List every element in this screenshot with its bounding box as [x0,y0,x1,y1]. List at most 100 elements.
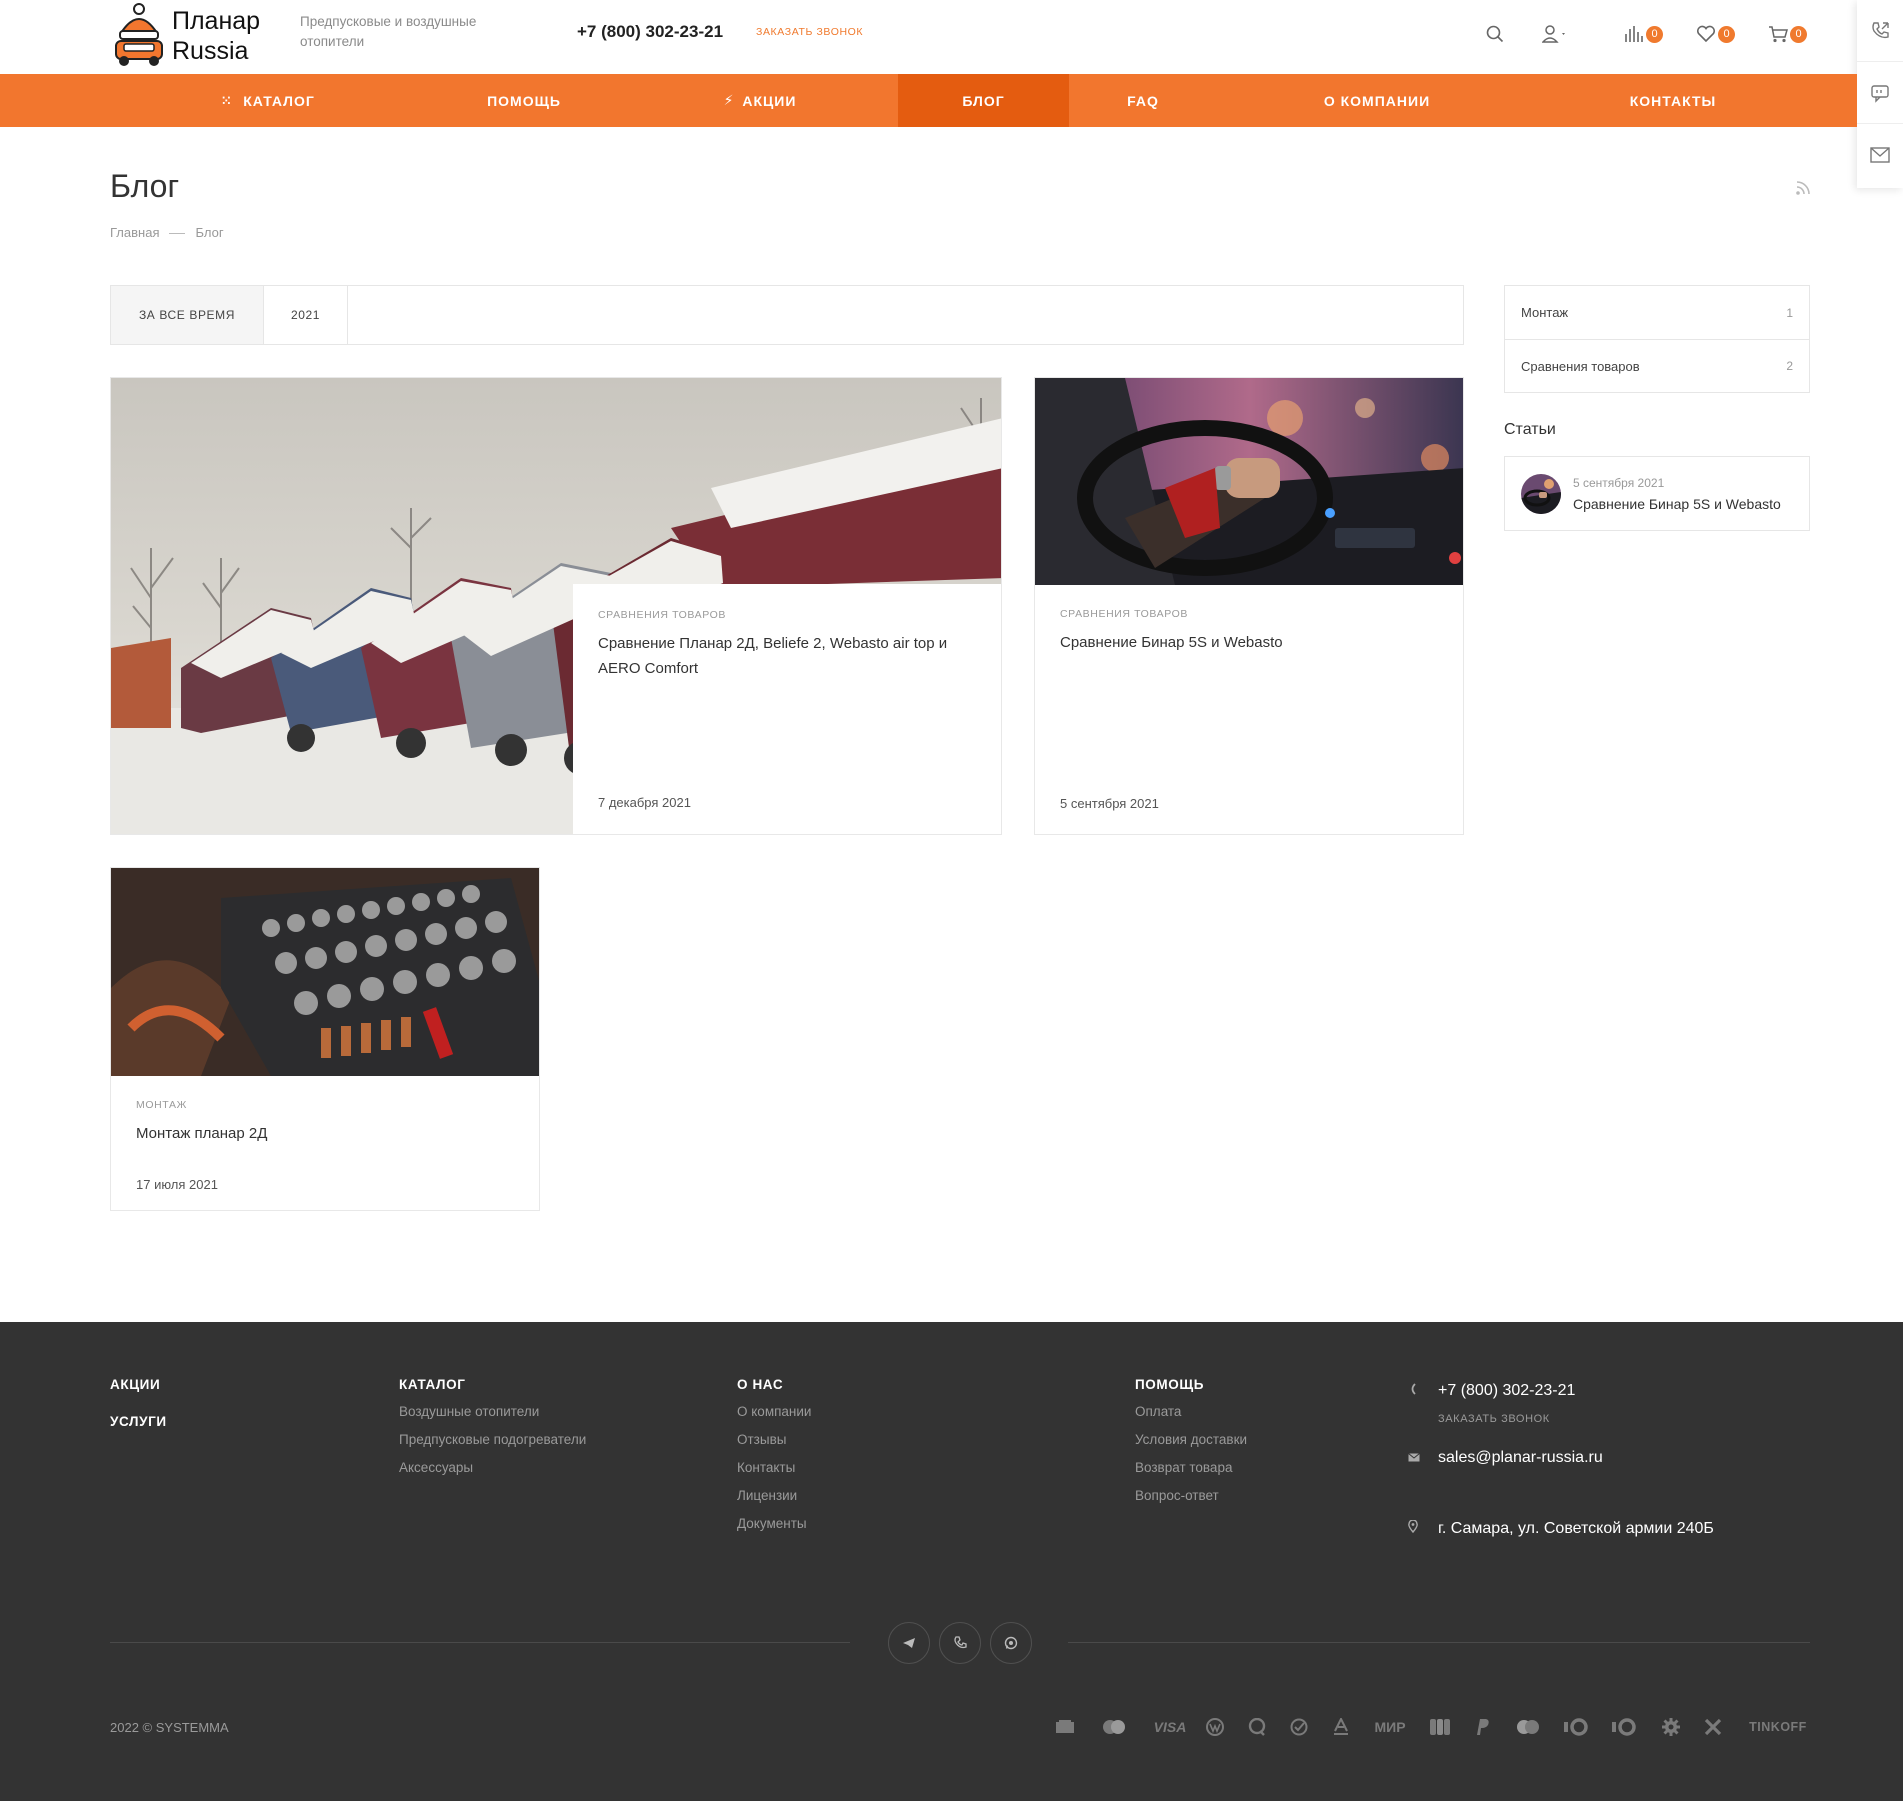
payment-methods: VISA МИР TINKOFF [1054,1712,1812,1742]
cart-count-badge: 0 [1790,25,1807,43]
compare-button[interactable]: 0 [1624,20,1663,48]
article-category[interactable]: СРАВНЕНИЯ ТОВАРОВ [1060,608,1440,620]
chat-float-button[interactable] [1857,62,1903,124]
favorites-count-badge: 0 [1718,25,1735,43]
compare-count-badge: 0 [1646,25,1663,43]
favorites-button[interactable]: 0 [1696,20,1735,48]
whatsapp-button[interactable] [990,1622,1032,1664]
mail-icon [1408,1449,1438,1467]
sidebar-article[interactable]: 5 сентября 2021 Сравнение Бинар 5S и Web… [1504,456,1810,531]
category-name: Монтаж [1521,305,1569,320]
callback-link[interactable]: ЗАКАЗАТЬ ЗВОНОК [756,26,863,38]
settings-gear-icon [1660,1712,1682,1742]
footer-divider-right [1068,1642,1810,1643]
tagline: Предпусковые и воздушные отопители [300,14,477,49]
footer-link[interactable]: Лицензии [737,1488,811,1504]
footer-link[interactable]: Предпусковые подогреватели [399,1432,586,1448]
category-item-comparisons[interactable]: Сравнения товаров 2 [1505,339,1809,392]
category-list: Монтаж 1 Сравнения товаров 2 [1504,285,1810,393]
nav-faq[interactable]: FAQ [1069,74,1217,127]
nav-blog[interactable]: БЛОГ [898,74,1069,127]
header-phone[interactable]: +7 (800) 302-23-21 [577,22,723,42]
telegram-icon [903,1638,915,1648]
viber-button[interactable] [939,1622,981,1664]
footer-heading-catalog[interactable]: КАТАЛОГ [399,1377,586,1392]
logo-line1: Планар [172,7,261,35]
breadcrumb-separator [169,233,186,235]
breadcrumb-home[interactable]: Главная [110,225,159,240]
filter-2021[interactable]: 2021 [264,286,348,344]
article-image-driver [1035,378,1463,585]
callback-float-button[interactable] [1857,0,1903,62]
category-item-montazh[interactable]: Монтаж 1 [1505,286,1809,339]
filter-all-time[interactable]: ЗА ВСЕ ВРЕМЯ [111,286,264,344]
footer-heading-about[interactable]: О НАС [737,1377,811,1392]
cash-payment-icon [1054,1712,1076,1742]
logo-line2: Russia [172,37,249,65]
article-image-tools [111,868,539,1076]
article-date: 5 сентября 2021 [1060,796,1159,811]
sidebar-article-title[interactable]: Сравнение Бинар 5S и Webasto [1573,496,1781,512]
article-title[interactable]: Сравнение Планар 2Д, Beliefe 2, Webasto … [598,631,978,681]
nav-help[interactable]: ПОМОЩЬ [426,74,622,127]
footer-link[interactable]: Вопрос-ответ [1135,1488,1247,1504]
article-category[interactable]: МОНТАЖ [136,1099,516,1111]
article-category[interactable]: СРАВНЕНИЯ ТОВАРОВ [598,609,978,621]
yoomoney-icon [1562,1712,1590,1742]
rss-icon[interactable] [1795,180,1811,201]
article-date: 17 июля 2021 [136,1177,218,1192]
webmoney-icon [1204,1712,1226,1742]
footer-divider-left [110,1642,850,1643]
nav-about[interactable]: О КОМПАНИИ [1217,74,1537,127]
footer-phone[interactable]: +7 (800) 302-23-21 [1438,1382,1575,1400]
footer-link[interactable]: Документы [737,1516,811,1532]
user-icon[interactable] [1542,20,1568,48]
main-nav: ⁙ КАТАЛОГ ПОМОЩЬ ⚡ АКЦИИ БЛОГ FAQ О КОМП… [0,74,1857,127]
footer-link[interactable]: Возврат товара [1135,1460,1247,1476]
footer-link[interactable]: Оплата [1135,1404,1247,1420]
footer-email-block: sales@planar-russia.ru [1408,1449,1603,1467]
period-filter: ЗА ВСЕ ВРЕМЯ 2021 [110,285,1464,345]
nav-contacts[interactable]: КОНТАКТЫ [1537,74,1809,127]
article-card[interactable]: СРАВНЕНИЯ ТОВАРОВ Сравнение Бинар 5S и W… [1034,377,1464,835]
footer-heading-help[interactable]: ПОМОЩЬ [1135,1377,1247,1392]
compare-icon [1625,26,1643,42]
nav-help-label: ПОМОЩЬ [487,92,561,109]
mail-float-button[interactable] [1857,124,1903,186]
article-title[interactable]: Сравнение Бинар 5S и Webasto [1060,630,1440,655]
site-footer: АКЦИИ УСЛУГИ КАТАЛОГ Воздушные отопители… [0,1322,1903,1801]
nav-promo[interactable]: ⚡ АКЦИИ [622,74,898,127]
category-count: 2 [1786,359,1793,373]
footer-phone-block: +7 (800) 302-23-21 [1408,1382,1575,1400]
footer-link[interactable]: Аксессуары [399,1460,586,1476]
search-icon[interactable] [1486,20,1504,48]
breadcrumb-current: Блог [195,225,224,240]
nav-catalog[interactable]: ⁙ КАТАЛОГ [110,74,426,127]
article-title[interactable]: Монтаж планар 2Д [136,1121,516,1146]
footer-callback-link[interactable]: ЗАКАЗАТЬ ЗВОНОК [1438,1413,1550,1425]
telegram-button[interactable] [888,1622,930,1664]
category-count: 1 [1786,305,1793,320]
cart-button[interactable]: 0 [1768,20,1807,48]
nav-catalog-label: КАТАЛОГ [243,92,315,109]
footer-link[interactable]: О компании [737,1404,811,1420]
callback-icon [1872,21,1889,38]
alfa-bank-icon [1330,1712,1352,1742]
mir-icon: МИР [1374,1719,1406,1735]
logo[interactable]: Планар Russia [112,2,272,70]
footer-link[interactable]: Воздушные отопители [399,1404,586,1420]
footer-col-about: О НАС О компании Отзывы Контакты Лицензи… [737,1377,811,1532]
article-card[interactable]: МОНТАЖ Монтаж планар 2Д 17 июля 2021 [110,867,540,1211]
footer-link[interactable]: Контакты [737,1460,811,1476]
article-card[interactable]: СРАВНЕНИЯ ТОВАРОВ Сравнение Планар 2Д, B… [110,377,1002,835]
tinkoff-icon: TINKOFF [1749,1720,1807,1734]
footer-email[interactable]: sales@planar-russia.ru [1438,1449,1603,1467]
footer-link-services[interactable]: УСЛУГИ [110,1414,167,1429]
footer-link[interactable]: Условия доставки [1135,1432,1247,1448]
footer-link-promo[interactable]: АКЦИИ [110,1377,167,1392]
copyright: 2022 © SYSTEMMA [110,1720,229,1735]
paypal-icon [1472,1712,1492,1742]
nav-about-label: О КОМПАНИИ [1323,92,1431,109]
footer-link[interactable]: Отзывы [737,1432,811,1448]
x-payment-icon [1702,1712,1724,1742]
